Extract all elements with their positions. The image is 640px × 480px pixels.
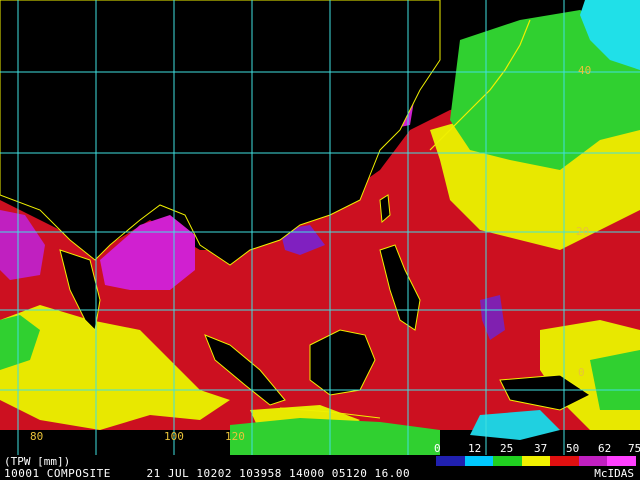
colorbar-tick: 62: [598, 442, 612, 455]
colorbar-tick: 37: [534, 442, 548, 455]
colorbar-segment: [578, 456, 608, 466]
colorbar-tick: 12: [468, 442, 482, 455]
info-line: 10001 COMPOSITE 21 JUL 10202 103958 1400…: [4, 467, 410, 480]
tpw-satellite-map: [0, 0, 640, 480]
colorbar-segment: [464, 456, 494, 466]
lat-label-0: 0: [578, 366, 585, 379]
colorbar-ticks: 0 12 25 37 50 62 75: [430, 442, 640, 456]
colorbar-segment: [521, 456, 551, 466]
colorbar-segment: [493, 456, 522, 466]
lon-label-100: 100: [164, 430, 184, 443]
colorbar-tick: 50: [566, 442, 580, 455]
info-type: COMPOSITE: [46, 467, 111, 480]
info-num1: 14000: [288, 467, 325, 480]
colorbar: [436, 456, 637, 466]
lat-label-40: 40: [578, 64, 592, 77]
colorbar-tick: 25: [500, 442, 514, 455]
colorbar-segment: [436, 456, 465, 466]
mcidas-brand: McIDAS: [594, 467, 634, 480]
info-num2: 05120: [331, 467, 368, 480]
lon-label-120: 120: [225, 430, 245, 443]
lat-label-20: 20: [576, 225, 590, 238]
colorbar-segment: [607, 456, 637, 466]
colorbar-tick: 0: [434, 442, 441, 455]
info-date: 21 JUL 10202: [146, 467, 232, 480]
info-time: 103958: [239, 467, 282, 480]
colorbar-tick: 75: [628, 442, 640, 455]
info-area: 10001: [4, 467, 40, 480]
lon-label-80: 80: [30, 430, 44, 443]
colorbar-segment: [550, 456, 579, 466]
info-num3: 16.00: [374, 467, 411, 480]
